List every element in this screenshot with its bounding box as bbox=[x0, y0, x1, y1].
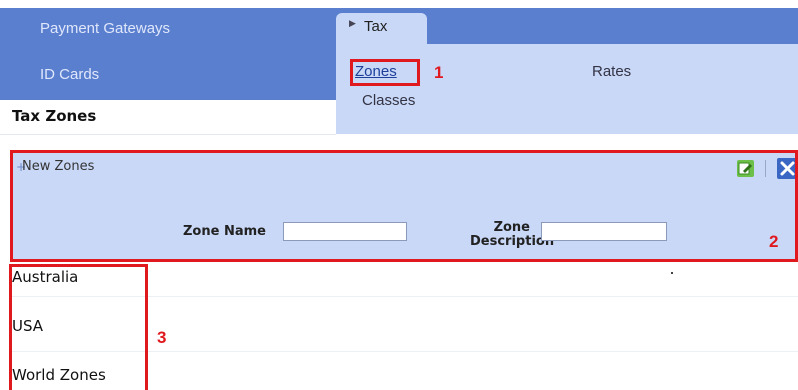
annotation-label-2: 2 bbox=[769, 232, 779, 251]
tab-tax[interactable]: ▶ Tax bbox=[336, 13, 427, 44]
tax-submenu-panel bbox=[336, 44, 798, 134]
annotation-box-3 bbox=[9, 264, 148, 390]
left-nav: Payment Gateways ID Cards bbox=[0, 8, 336, 100]
annotation-box-2 bbox=[10, 150, 798, 262]
rates-link[interactable]: Rates bbox=[592, 63, 631, 80]
nav-item-payment-gateways[interactable]: Payment Gateways bbox=[40, 20, 170, 37]
divider bbox=[0, 134, 336, 135]
nav-item-id-cards[interactable]: ID Cards bbox=[40, 66, 99, 83]
tab-tax-label: Tax bbox=[364, 18, 388, 35]
annotation-label-1: 1 bbox=[434, 63, 444, 82]
dot bbox=[671, 272, 673, 274]
page-title: Tax Zones bbox=[12, 107, 97, 125]
classes-link[interactable]: Classes bbox=[362, 92, 415, 109]
arrow-right-icon: ▶ bbox=[349, 19, 356, 29]
annotation-box-1 bbox=[350, 59, 420, 86]
annotation-label-3: 3 bbox=[157, 328, 167, 347]
